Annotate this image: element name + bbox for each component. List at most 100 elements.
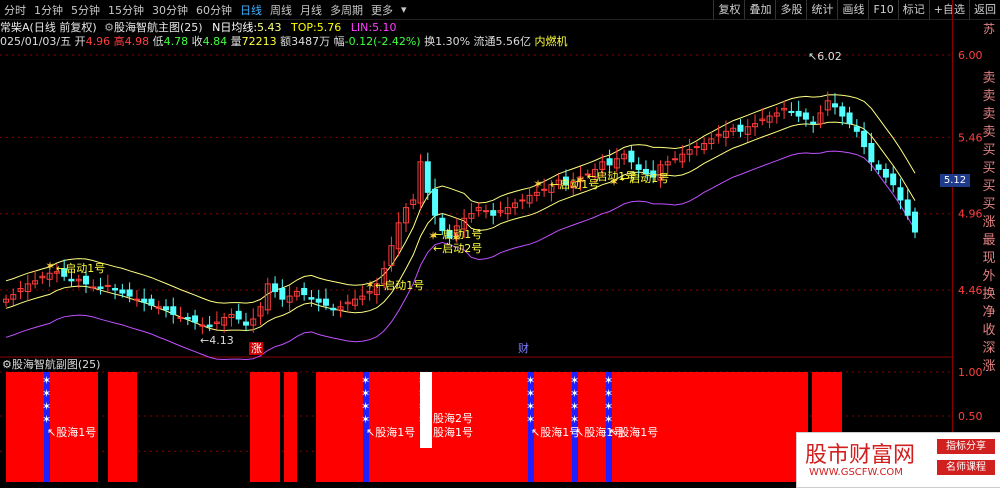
sub-chart-title: ⚙股海智航副图(25) — [2, 357, 100, 371]
sub-label-1: ↖股海1号 — [531, 425, 580, 439]
sub-butterfly-icon: ✶ — [42, 374, 51, 387]
sub-red-block — [108, 372, 137, 482]
candle-body — [795, 110, 802, 117]
side-label[interactable]: 卖 — [978, 70, 1000, 88]
candle-body — [875, 164, 882, 170]
candle-body — [788, 110, 795, 113]
side-label[interactable]: 涨 — [978, 358, 1000, 376]
candle-body — [177, 316, 184, 319]
side-label[interactable]: 卖 — [978, 88, 1000, 106]
side-label[interactable]: 收 — [978, 322, 1000, 340]
lower-band-line — [5, 150, 916, 361]
candle-body — [235, 310, 242, 320]
candle-body — [82, 275, 89, 285]
candle-body — [170, 306, 177, 315]
current-price-badge: 5.12 — [940, 174, 970, 187]
side-top-label[interactable]: 苏 — [978, 20, 1000, 36]
candle-body — [68, 278, 75, 282]
side-label[interactable]: 买 — [978, 178, 1000, 196]
butterfly-icon: ✶ — [609, 175, 619, 189]
sub-red-block — [250, 372, 280, 482]
candle-body — [628, 150, 635, 163]
sub-label-2: 股海2号 — [433, 411, 473, 425]
candle-body — [272, 283, 279, 293]
sub-butterfly-icon: ✶ — [526, 387, 535, 400]
candle-body — [133, 298, 140, 301]
sub-butterfly-icon: ✶ — [418, 387, 427, 400]
candle-body — [330, 307, 337, 311]
kline-chart[interactable]: ↖6.02←4.13←启动1号←启动1号←启动1号←启动2号←启动1号←启动1号… — [0, 0, 952, 486]
candle-body — [482, 210, 489, 213]
sub-butterfly-icon: ✶ — [604, 374, 613, 387]
launch-label: ←启动1号 — [375, 279, 424, 292]
sub-butterfly-icon: ✶ — [361, 374, 370, 387]
candle-body — [802, 112, 809, 120]
candle-body — [912, 211, 918, 233]
candle-body — [897, 187, 904, 201]
candle-body — [126, 289, 133, 297]
side-label[interactable]: 外 — [978, 268, 1000, 286]
candle-body — [199, 324, 206, 327]
candle-body — [206, 324, 213, 328]
sub-butterfly-icon: ✶ — [361, 387, 370, 400]
side-label[interactable]: 净 — [978, 304, 1000, 322]
side-label[interactable]: 买 — [978, 160, 1000, 178]
watermark-url: WWW.GSCFW.COM — [809, 467, 903, 478]
side-label[interactable]: 卖 — [978, 124, 1000, 142]
candle-body — [868, 143, 875, 163]
launch-label: ←启动1号 — [620, 172, 669, 185]
sub-butterfly-icon: ✶ — [570, 400, 579, 413]
butterfly-icon: ✶ — [428, 229, 438, 243]
indicator-share-button[interactable]: 指标分享 — [937, 439, 995, 454]
sub-butterfly-icon: ✶ — [418, 413, 427, 426]
candle-body — [490, 210, 497, 216]
sub-butterfly-icon: ✶ — [42, 413, 51, 426]
sub-butterfly-icon: ✶ — [570, 387, 579, 400]
side-label[interactable]: 换 — [978, 286, 1000, 304]
butterfly-icon: ✶ — [533, 177, 543, 191]
candle-body — [672, 158, 679, 161]
launch-label: ←启动1号 — [56, 262, 105, 275]
sub-butterfly-icon: ✶ — [418, 374, 427, 387]
candle-body — [839, 106, 846, 117]
side-label[interactable]: 买 — [978, 142, 1000, 160]
candle-body — [519, 199, 526, 202]
candle-body — [162, 306, 169, 311]
candle-body — [308, 297, 315, 300]
side-label[interactable]: 卖 — [978, 106, 1000, 124]
candle-body — [322, 298, 329, 306]
candle-body — [861, 130, 868, 148]
sub-butterfly-icon: ✶ — [526, 400, 535, 413]
sub-butterfly-icon: ✶ — [570, 374, 579, 387]
sub-butterfly-icon: ✶ — [418, 400, 427, 413]
side-label[interactable]: 深 — [978, 340, 1000, 358]
sub-butterfly-icon: ✶ — [361, 400, 370, 413]
sub-butterfly-icon: ✶ — [42, 400, 51, 413]
sub-chart: ⚙股海智航副图(25)↖股海1号 ↖股海1号股海2号股海1号 ↖股海1号↖股海1号↖… — [2, 357, 842, 482]
side-labels: 卖卖卖卖买买买买涨最现外换净收深涨 — [978, 70, 1000, 376]
candle-body — [890, 173, 897, 186]
side-label[interactable]: 现 — [978, 250, 1000, 268]
teacher-course-button[interactable]: 名师课程 — [937, 460, 995, 475]
sub-label-1: 股海1号 — [433, 425, 473, 439]
sub-label-1: ↖股海1号 — [609, 425, 658, 439]
watermark-title: 股市财富网 — [805, 443, 916, 468]
candle-body — [832, 103, 839, 108]
sub-butterfly-icon: ✶ — [570, 413, 579, 426]
sub-butterfly-icon: ✶ — [361, 413, 370, 426]
candle-body — [810, 121, 817, 125]
side-label[interactable]: 最 — [978, 232, 1000, 250]
sub-butterfly-icon: ✶ — [526, 374, 535, 387]
side-label[interactable]: 买 — [978, 196, 1000, 214]
candle-body — [635, 164, 642, 170]
candle-body — [432, 188, 439, 216]
butterfly-icon: ✶ — [45, 259, 55, 273]
candle-body — [119, 289, 126, 294]
candle-body — [279, 287, 286, 300]
site-watermark: 股市财富网 WWW.GSCFW.COM 指标分享 名师课程 — [796, 432, 1000, 488]
candle-body — [97, 286, 104, 289]
candle-body — [737, 124, 744, 132]
candle-body — [424, 161, 431, 193]
side-label[interactable]: 涨 — [978, 214, 1000, 232]
sub-label-1: ↖股海1号 — [366, 425, 415, 439]
